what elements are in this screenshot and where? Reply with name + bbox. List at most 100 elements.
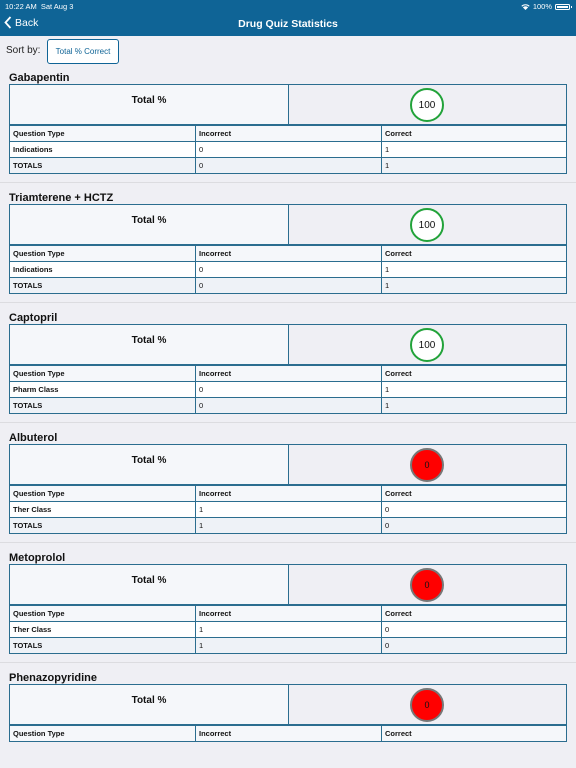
table-row: TOTALS 0 1 [9,157,567,174]
question-table: Question Type Incorrect Correct Indicati… [9,245,567,294]
incorrect-cell: 1 [195,501,382,518]
status-bar: 10:22 AM Sat Aug 3 100% [0,0,576,12]
header-incorrect: Incorrect [195,725,382,742]
summary-label-cell: Total % [10,85,289,124]
table-row: Ther Class 1 0 [9,501,567,518]
battery-icon [555,3,572,10]
status-right: 100% [521,2,572,11]
table-header-row: Question Type Incorrect Correct [9,365,567,382]
table-row: TOTALS 0 1 [9,397,567,414]
drug-section: Metoprolol Total % 0 Question Type Incor… [0,548,576,668]
score-cell: 100 [289,205,566,244]
table-row: TOTALS 0 1 [9,277,567,294]
question-type-cell: TOTALS [9,277,196,294]
incorrect-cell: 0 [195,397,382,414]
correct-cell: 1 [381,381,567,398]
drug-section: Triamterene + HCTZ Total % 100 Question … [0,188,576,308]
incorrect-cell: 0 [195,277,382,294]
header-correct: Correct [381,485,567,502]
question-table: Question Type Incorrect Correct Ther Cla… [9,605,567,654]
summary-row: Total % 0 [9,564,567,605]
table-header-row: Question Type Incorrect Correct [9,605,567,622]
header-question-type: Question Type [9,485,196,502]
sort-button[interactable]: Total % Correct [47,39,119,64]
question-type-cell: TOTALS [9,637,196,654]
summary-row: Total % 0 [9,444,567,485]
header-correct: Correct [381,365,567,382]
section-divider [0,302,576,303]
navigation-bar: Back Drug Quiz Statistics [0,12,576,36]
table-row: Indications 0 1 [9,261,567,278]
drug-list: Gabapentin Total % 100 Question Type Inc… [0,68,576,768]
drug-section: Captopril Total % 100 Question Type Inco… [0,308,576,428]
wifi-icon [521,3,530,10]
question-type-cell: Pharm Class [9,381,196,398]
sort-label: Sort by: [6,45,41,56]
drug-name: Gabapentin [9,72,70,84]
summary-label: Total % [131,95,167,106]
section-divider [0,422,576,423]
table-row: TOTALS 1 0 [9,517,567,534]
question-table: Question Type Incorrect Correct Ther Cla… [9,485,567,534]
score-cell: 0 [289,685,566,724]
header-question-type: Question Type [9,725,196,742]
incorrect-cell: 0 [195,141,382,158]
incorrect-cell: 0 [195,157,382,174]
incorrect-cell: 1 [195,517,382,534]
question-type-cell: Indications [9,261,196,278]
question-type-cell: Ther Class [9,621,196,638]
score-cell: 100 [289,325,566,364]
drug-section: Gabapentin Total % 100 Question Type Inc… [0,68,576,188]
summary-label-cell: Total % [10,445,289,484]
header-question-type: Question Type [9,365,196,382]
score-badge: 0 [410,688,444,722]
header-correct: Correct [381,725,567,742]
incorrect-cell: 1 [195,637,382,654]
header-correct: Correct [381,245,567,262]
summary-row: Total % 0 [9,684,567,725]
battery-percent: 100% [532,2,552,11]
drug-section: Phenazopyridine Total % 0 Question Type … [0,668,576,768]
drug-section: Albuterol Total % 0 Question Type Incorr… [0,428,576,548]
header-correct: Correct [381,605,567,622]
summary-label-cell: Total % [10,205,289,244]
summary-label: Total % [131,335,167,346]
drug-name: Albuterol [9,432,58,444]
incorrect-cell: 1 [195,621,382,638]
question-type-cell: Ther Class [9,501,196,518]
table-row: Indications 0 1 [9,141,567,158]
section-divider [0,662,576,663]
header-incorrect: Incorrect [195,245,382,262]
score-cell: 100 [289,85,566,124]
drug-name: Phenazopyridine [9,672,98,684]
summary-label: Total % [131,455,167,466]
sort-bar: Sort by: Total % Correct [0,36,576,68]
summary-label-cell: Total % [10,565,289,604]
page-title: Drug Quiz Statistics [238,18,338,30]
header-correct: Correct [381,125,567,142]
correct-cell: 1 [381,157,567,174]
score-badge: 100 [410,208,444,242]
correct-cell: 1 [381,141,567,158]
header-question-type: Question Type [9,245,196,262]
question-type-cell: TOTALS [9,397,196,414]
correct-cell: 0 [381,637,567,654]
correct-cell: 1 [381,277,567,294]
header-incorrect: Incorrect [195,605,382,622]
summary-row: Total % 100 [9,204,567,245]
summary-row: Total % 100 [9,84,567,125]
correct-cell: 1 [381,261,567,278]
summary-row: Total % 100 [9,324,567,365]
score-cell: 0 [289,565,566,604]
drug-name: Captopril [9,312,58,324]
status-time: 10:22 AM Sat Aug 3 [5,2,74,11]
table-header-row: Question Type Incorrect Correct [9,125,567,142]
score-badge: 100 [410,88,444,122]
header-question-type: Question Type [9,125,196,142]
summary-label: Total % [131,575,167,586]
correct-cell: 0 [381,501,567,518]
header-question-type: Question Type [9,605,196,622]
correct-cell: 0 [381,621,567,638]
table-header-row: Question Type Incorrect Correct [9,485,567,502]
question-type-cell: Indications [9,141,196,158]
